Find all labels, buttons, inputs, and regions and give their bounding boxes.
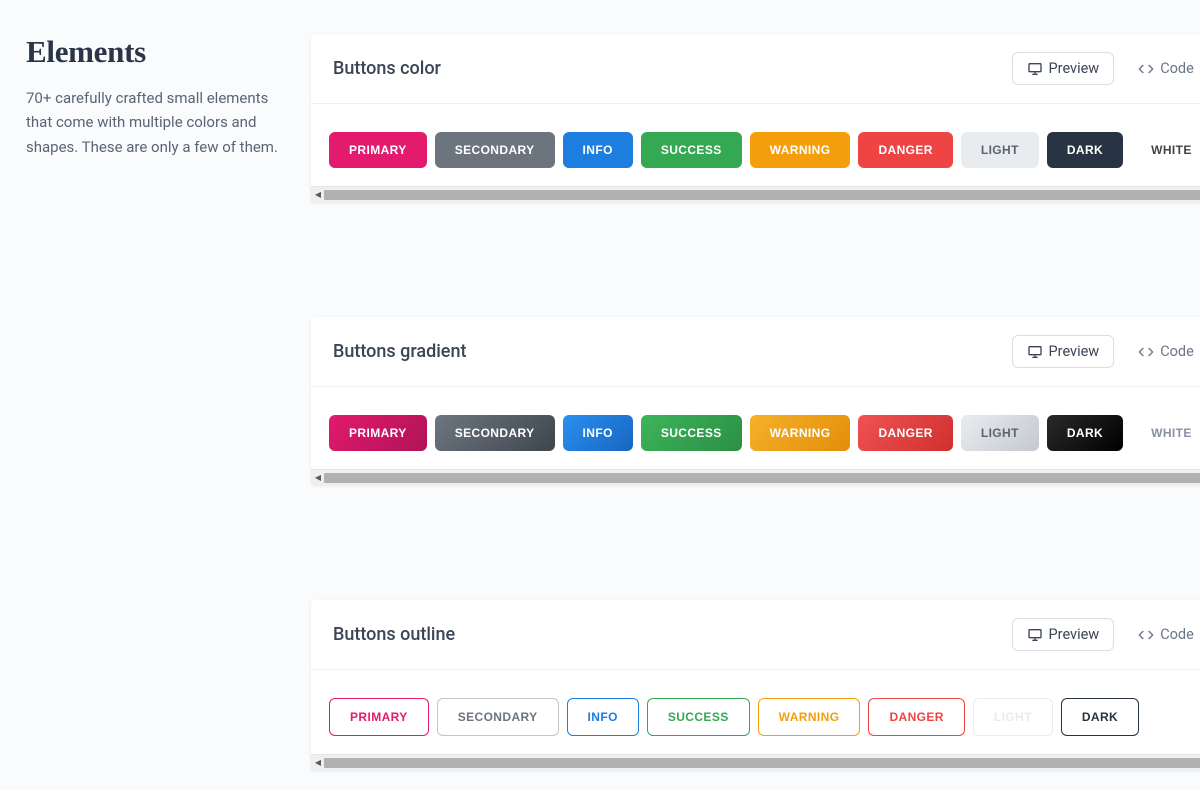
code-toggle[interactable]: Code <box>1124 52 1200 85</box>
card-header: Buttons outline Preview Code <box>311 600 1200 670</box>
danger-button[interactable]: DANGER <box>858 415 952 451</box>
scroll-left-arrow[interactable]: ◀ <box>313 473 323 482</box>
success-button[interactable]: SUCCESS <box>641 415 742 451</box>
primary-button[interactable]: PRIMARY <box>329 698 429 736</box>
preview-toggle[interactable]: Preview <box>1012 335 1115 368</box>
card-buttons-color: Buttons color Preview Code <box>311 34 1200 202</box>
secondary-button[interactable]: SECONDARY <box>435 415 555 451</box>
card-body: PRIMARY SECONDARY INFO SUCCESS WARNING D… <box>311 104 1200 186</box>
monitor-icon <box>1027 627 1043 643</box>
view-toggles: Preview Code <box>1012 335 1200 368</box>
card-header: Buttons color Preview Code <box>311 34 1200 104</box>
success-button[interactable]: SUCCESS <box>641 132 742 168</box>
secondary-button[interactable]: SECONDARY <box>435 132 555 168</box>
scroll-left-arrow[interactable]: ◀ <box>313 758 323 767</box>
preview-toggle[interactable]: Preview <box>1012 618 1115 651</box>
preview-toggle[interactable]: Preview <box>1012 52 1115 85</box>
preview-label: Preview <box>1049 626 1100 643</box>
main-content: Buttons color Preview Code <box>311 34 1200 770</box>
scroll-track[interactable] <box>324 473 1200 483</box>
dark-button[interactable]: DARK <box>1047 415 1123 451</box>
scroll-track[interactable] <box>324 758 1200 768</box>
card-title: Buttons outline <box>333 624 455 645</box>
primary-button[interactable]: PRIMARY <box>329 132 427 168</box>
primary-button[interactable]: PRIMARY <box>329 415 427 451</box>
code-icon <box>1138 61 1154 77</box>
page-title: Elements <box>26 34 291 70</box>
info-button[interactable]: INFO <box>563 132 633 168</box>
card-body: PRIMARY SECONDARY INFO SUCCESS WARNING D… <box>311 670 1200 754</box>
code-toggle[interactable]: Code <box>1124 335 1200 368</box>
warning-button[interactable]: WARNING <box>750 132 851 168</box>
preview-label: Preview <box>1049 60 1100 77</box>
preview-label: Preview <box>1049 343 1100 360</box>
card-title: Buttons color <box>333 58 441 79</box>
button-row: PRIMARY SECONDARY INFO SUCCESS WARNING D… <box>329 415 1200 465</box>
card-buttons-gradient: Buttons gradient Preview Code <box>311 317 1200 485</box>
info-button[interactable]: INFO <box>563 415 633 451</box>
horizontal-scrollbar[interactable]: ◀ ▶ <box>311 754 1200 770</box>
dark-button[interactable]: DARK <box>1047 132 1123 168</box>
success-button[interactable]: SUCCESS <box>647 698 750 736</box>
scroll-left-arrow[interactable]: ◀ <box>313 190 323 199</box>
card-title: Buttons gradient <box>333 341 466 362</box>
code-label: Code <box>1160 343 1194 360</box>
danger-button[interactable]: DANGER <box>858 132 952 168</box>
card-body: PRIMARY SECONDARY INFO SUCCESS WARNING D… <box>311 387 1200 469</box>
code-label: Code <box>1160 626 1194 643</box>
secondary-button[interactable]: SECONDARY <box>437 698 559 736</box>
scroll-track[interactable] <box>324 190 1200 200</box>
danger-button[interactable]: DANGER <box>868 698 964 736</box>
monitor-icon <box>1027 61 1043 77</box>
button-row: PRIMARY SECONDARY INFO SUCCESS WARNING D… <box>329 698 1200 750</box>
warning-button[interactable]: WARNING <box>750 415 851 451</box>
info-button[interactable]: INFO <box>567 698 639 736</box>
code-toggle[interactable]: Code <box>1124 618 1200 651</box>
horizontal-scrollbar[interactable]: ◀ ▶ <box>311 186 1200 202</box>
page-root: Elements 70+ carefully crafted small ele… <box>0 0 1200 790</box>
view-toggles: Preview Code <box>1012 618 1200 651</box>
sidebar: Elements 70+ carefully crafted small ele… <box>26 34 291 770</box>
button-row: PRIMARY SECONDARY INFO SUCCESS WARNING D… <box>329 132 1200 182</box>
horizontal-scrollbar[interactable]: ◀ ▶ <box>311 469 1200 485</box>
light-button[interactable]: LIGHT <box>961 415 1039 451</box>
light-button[interactable]: LIGHT <box>961 132 1039 168</box>
monitor-icon <box>1027 344 1043 360</box>
white-button[interactable]: WHITE <box>1131 132 1200 168</box>
warning-button[interactable]: WARNING <box>758 698 861 736</box>
card-buttons-outline: Buttons outline Preview Code <box>311 600 1200 770</box>
light-button[interactable]: LIGHT <box>973 698 1053 736</box>
card-header: Buttons gradient Preview Code <box>311 317 1200 387</box>
view-toggles: Preview Code <box>1012 52 1200 85</box>
code-icon <box>1138 627 1154 643</box>
white-button[interactable]: WHITE <box>1131 415 1200 451</box>
page-description: 70+ carefully crafted small elements tha… <box>26 86 291 159</box>
code-label: Code <box>1160 60 1194 77</box>
code-icon <box>1138 344 1154 360</box>
dark-button[interactable]: DARK <box>1061 698 1139 736</box>
